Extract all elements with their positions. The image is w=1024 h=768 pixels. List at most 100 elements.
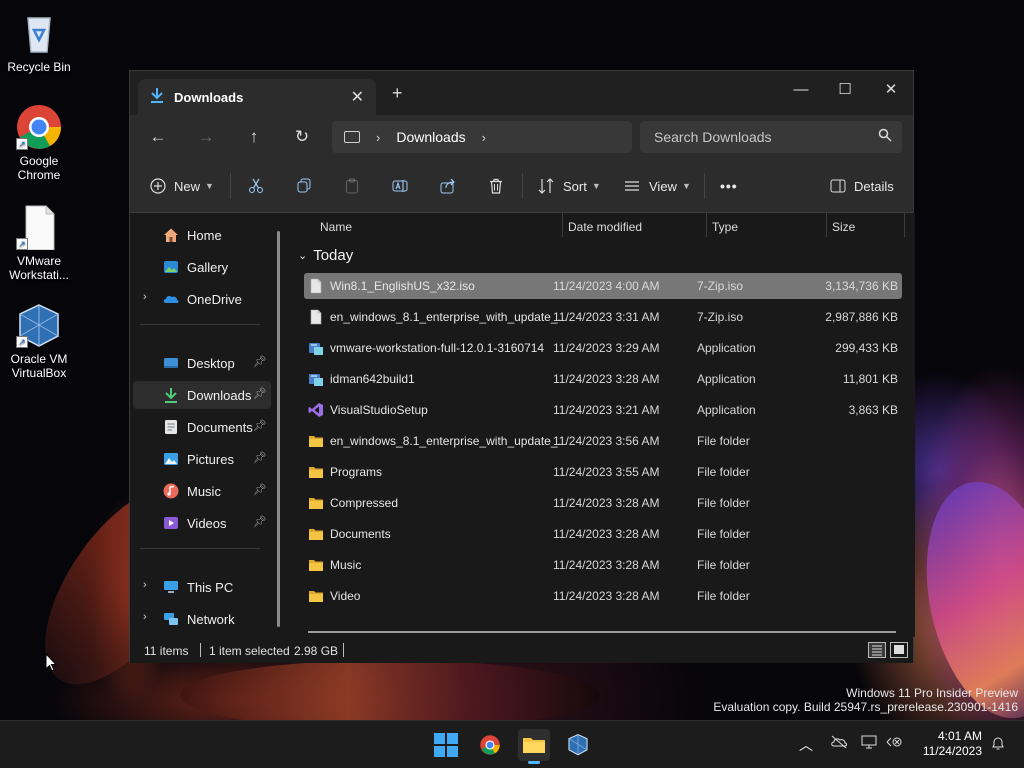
table-row[interactable]: Programs 11/24/2023 3:55 AM File folder: [304, 459, 902, 485]
view-button[interactable]: View ▼: [624, 173, 691, 199]
desktop-icon-google-chrome[interactable]: ↗ Google Chrome: [0, 104, 78, 182]
table-row[interactable]: Compressed 11/24/2023 3:28 AM File folder: [304, 490, 902, 516]
table-row[interactable]: Win8.1_EnglishUS_x32.iso 11/24/2023 4:00 …: [304, 273, 902, 299]
chevron-down-icon: ▼: [591, 181, 601, 191]
close-tab-icon[interactable]: ✕: [351, 87, 364, 107]
new-button[interactable]: New ▼: [150, 173, 214, 199]
desktop-icon-recycle-bin[interactable]: Recycle Bin: [0, 10, 78, 74]
tab-downloads[interactable]: Downloads ✕: [138, 79, 376, 115]
sidebar-item-downloads[interactable]: Downloads 📌︎: [133, 381, 271, 409]
details-view-button[interactable]: [868, 642, 886, 658]
search-icon[interactable]: [878, 128, 892, 142]
sidebar-item-onedrive[interactable]: › OneDrive: [133, 285, 271, 313]
desktop-folder-icon: [163, 355, 179, 371]
breadcrumb-downloads[interactable]: Downloads: [396, 129, 465, 145]
chevron-right-icon[interactable]: ›: [376, 130, 380, 145]
sidebar-item-network[interactable]: › Network: [133, 605, 271, 633]
taskbar-virtualbox[interactable]: [562, 729, 594, 761]
close-window-button[interactable]: ✕: [868, 75, 914, 105]
this-pc-icon[interactable]: [344, 131, 360, 143]
column-header-name[interactable]: Name: [314, 213, 352, 241]
chevron-right-icon[interactable]: ›: [143, 611, 147, 623]
column-divider[interactable]: [904, 213, 905, 237]
pin-icon[interactable]: 📌︎: [253, 419, 267, 432]
sidebar-item-pictures[interactable]: Pictures 📌︎: [133, 445, 271, 473]
column-header-type[interactable]: Type: [706, 213, 738, 241]
active-app-indicator: [528, 761, 540, 764]
table-row[interactable]: en_windows_8.1_enterprise_with_update_..…: [304, 304, 902, 330]
system-clock[interactable]: 4:01 AM 11/24/2023: [916, 729, 982, 759]
show-hidden-icons-button[interactable]: ︿: [799, 735, 813, 755]
search-input[interactable]: [640, 121, 902, 153]
sidebar-item-gallery[interactable]: Gallery: [133, 253, 271, 281]
table-row[interactable]: Documents 11/24/2023 3:28 AM File folder: [304, 521, 902, 547]
table-row[interactable]: VisualStudioSetup 11/24/2023 3:21 AM Appli…: [304, 397, 902, 423]
pin-icon[interactable]: 📌︎: [253, 483, 267, 496]
taskbar-file-explorer[interactable]: [518, 729, 550, 764]
file-list: Name Date modified Type Size ⌄ Today Win…: [290, 213, 915, 637]
notification-bell-icon[interactable]: [990, 735, 1006, 754]
minimize-button[interactable]: —: [778, 75, 824, 105]
breadcrumb[interactable]: › Downloads ›: [332, 121, 632, 153]
file-type: File folder: [697, 465, 750, 479]
chevron-right-icon[interactable]: ›: [143, 579, 147, 591]
file-explorer-window: Downloads ✕ + — ☐ ✕ ← → ↑ ↻ › Downloads …: [129, 70, 915, 663]
back-button[interactable]: ←: [144, 125, 172, 149]
forward-button[interactable]: →: [192, 125, 220, 149]
refresh-button[interactable]: ↻: [288, 125, 316, 149]
file-size: 3,863 KB: [848, 403, 898, 417]
rename-button[interactable]: [392, 173, 408, 199]
table-row[interactable]: Music 11/24/2023 3:28 AM File folder: [304, 552, 902, 578]
share-button[interactable]: [440, 173, 456, 199]
copy-button[interactable]: [296, 173, 312, 199]
maximize-button[interactable]: ☐: [822, 75, 868, 105]
table-row[interactable]: en_windows_8.1_enterprise_with_update_..…: [304, 428, 902, 454]
network-status-icon[interactable]: [886, 735, 902, 752]
table-row[interactable]: Video 11/24/2023 3:28 AM File folder: [304, 583, 902, 609]
sidebar-item-music[interactable]: Music 📌︎: [133, 477, 271, 505]
table-row[interactable]: idman642build1 11/24/2023 3:28 AM Applicat…: [304, 366, 902, 392]
chevron-right-icon[interactable]: ›: [482, 130, 486, 145]
new-tab-button[interactable]: +: [392, 83, 403, 104]
chevron-right-icon[interactable]: ›: [143, 291, 147, 303]
group-header-today[interactable]: ⌄ Today: [298, 247, 353, 264]
up-button[interactable]: ↑: [240, 125, 268, 149]
sidebar-item-home[interactable]: Home: [133, 221, 271, 249]
file-size: 11,801 KB: [842, 372, 898, 386]
folder-icon: [308, 433, 324, 449]
desktop-icon-vmware[interactable]: ↗ VMware Workstati...: [0, 204, 78, 282]
delete-button[interactable]: [488, 173, 504, 199]
horizontal-scrollbar[interactable]: [308, 631, 896, 633]
windows-logo-icon: [434, 733, 458, 757]
tiles-view-button[interactable]: [890, 642, 908, 658]
sort-button[interactable]: Sort ▼: [538, 173, 601, 199]
taskbar-chrome[interactable]: [474, 729, 506, 761]
document-icon: ↗: [16, 204, 62, 251]
more-options-button[interactable]: •••: [720, 173, 738, 199]
sidebar-item-this-pc[interactable]: › This PC: [133, 573, 271, 601]
desktop-icon-virtualbox[interactable]: ↗ Oracle VM VirtualBox: [0, 302, 78, 380]
start-button[interactable]: [430, 729, 462, 761]
sidebar-scrollbar[interactable]: [277, 231, 280, 627]
chevron-down-icon: ⌄: [298, 250, 308, 262]
table-row[interactable]: vmware-workstation-full-12.0.1-3160714 11…: [304, 335, 902, 361]
sidebar-item-documents[interactable]: Documents 📌︎: [133, 413, 271, 441]
trash-icon: [490, 178, 502, 194]
display-icon[interactable]: [861, 735, 877, 752]
pin-icon[interactable]: 📌︎: [253, 355, 267, 368]
recycle-bin-icon: [16, 10, 62, 56]
cut-button[interactable]: [248, 173, 264, 199]
sidebar-item-videos[interactable]: Videos 📌︎: [133, 509, 271, 537]
onedrive-offline-icon[interactable]: [830, 735, 848, 752]
sidebar-item-desktop[interactable]: Desktop 📌︎: [133, 349, 271, 377]
pin-icon[interactable]: 📌︎: [253, 515, 267, 528]
file-type: Application: [697, 403, 756, 417]
desktop-icon-label: Google Chrome: [17, 154, 61, 182]
column-header-size[interactable]: Size: [826, 213, 855, 241]
pin-icon[interactable]: 📌︎: [253, 451, 267, 464]
paste-button[interactable]: [344, 173, 360, 199]
file-type: 7-Zip.iso: [697, 279, 744, 293]
column-header-date-modified[interactable]: Date modified: [562, 213, 642, 241]
pin-icon[interactable]: 📌︎: [253, 387, 267, 400]
details-pane-button[interactable]: Details: [830, 173, 894, 199]
